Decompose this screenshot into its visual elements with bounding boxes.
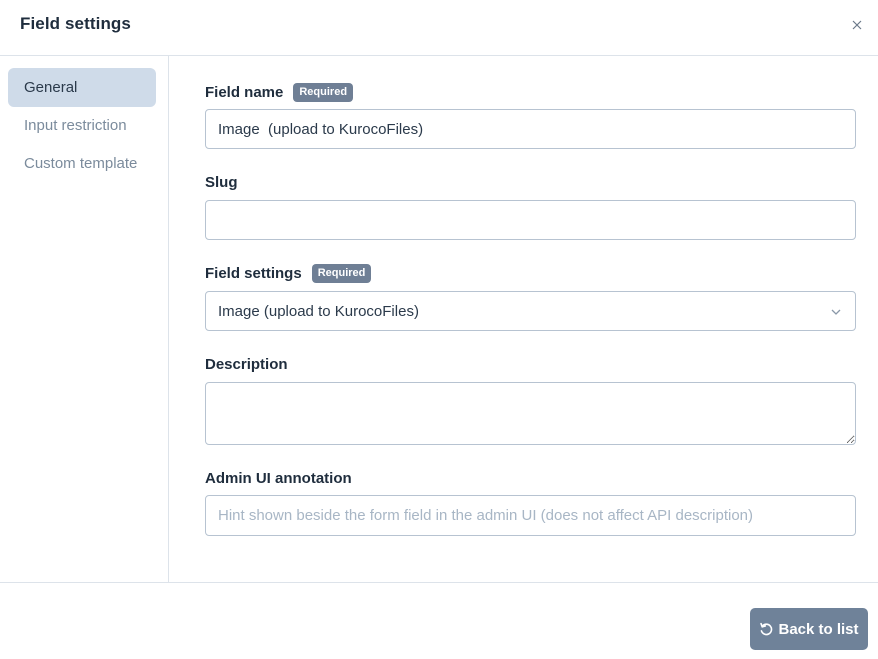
field-settings-label: Field settings: [205, 264, 302, 282]
slug-label: Slug: [205, 173, 238, 191]
admin-annotation-label-row: Admin UI annotation: [205, 467, 352, 489]
description-textarea[interactable]: [205, 382, 856, 445]
slug-label-row: Slug: [205, 171, 238, 193]
chevron-down-icon: [831, 309, 841, 315]
sidebar-item-label: Custom template: [24, 155, 138, 172]
admin-annotation-input[interactable]: [205, 495, 856, 536]
field-name-label: Field name: [205, 83, 284, 101]
description-label-row: Description: [205, 353, 288, 375]
back-to-list-label: Back to list: [778, 620, 859, 638]
required-badge: Required: [311, 263, 372, 283]
sidebar-item-label: General: [24, 79, 78, 96]
slug-input[interactable]: [205, 200, 856, 240]
back-to-list-button[interactable]: Back to list: [750, 608, 868, 650]
close-icon: [852, 20, 862, 30]
field-type-selected-value: Image (upload to KurocoFiles): [218, 302, 419, 320]
dialog-header: Field settings: [0, 0, 878, 56]
field-name-label-row: Field name Required: [205, 81, 354, 103]
required-badge: Required: [293, 82, 354, 102]
undo-icon: [760, 622, 773, 635]
field-settings-label-row: Field settings Required: [205, 262, 372, 284]
admin-annotation-label: Admin UI annotation: [205, 469, 352, 487]
sidebar-item-custom-template[interactable]: Custom template: [8, 145, 156, 183]
sidebar-item-label: Input restriction: [24, 117, 127, 134]
sidebar-item-general[interactable]: General: [8, 68, 156, 107]
description-label: Description: [205, 355, 288, 373]
dialog-footer: Back to list: [0, 582, 878, 659]
close-button[interactable]: [848, 16, 866, 34]
field-name-input[interactable]: [205, 109, 856, 149]
dialog-title: Field settings: [20, 14, 131, 33]
sidebar-item-input-restriction[interactable]: Input restriction: [8, 107, 156, 145]
field-type-select[interactable]: Image (upload to KurocoFiles): [205, 291, 856, 331]
settings-sidebar: General Input restriction Custom templat…: [0, 56, 169, 582]
